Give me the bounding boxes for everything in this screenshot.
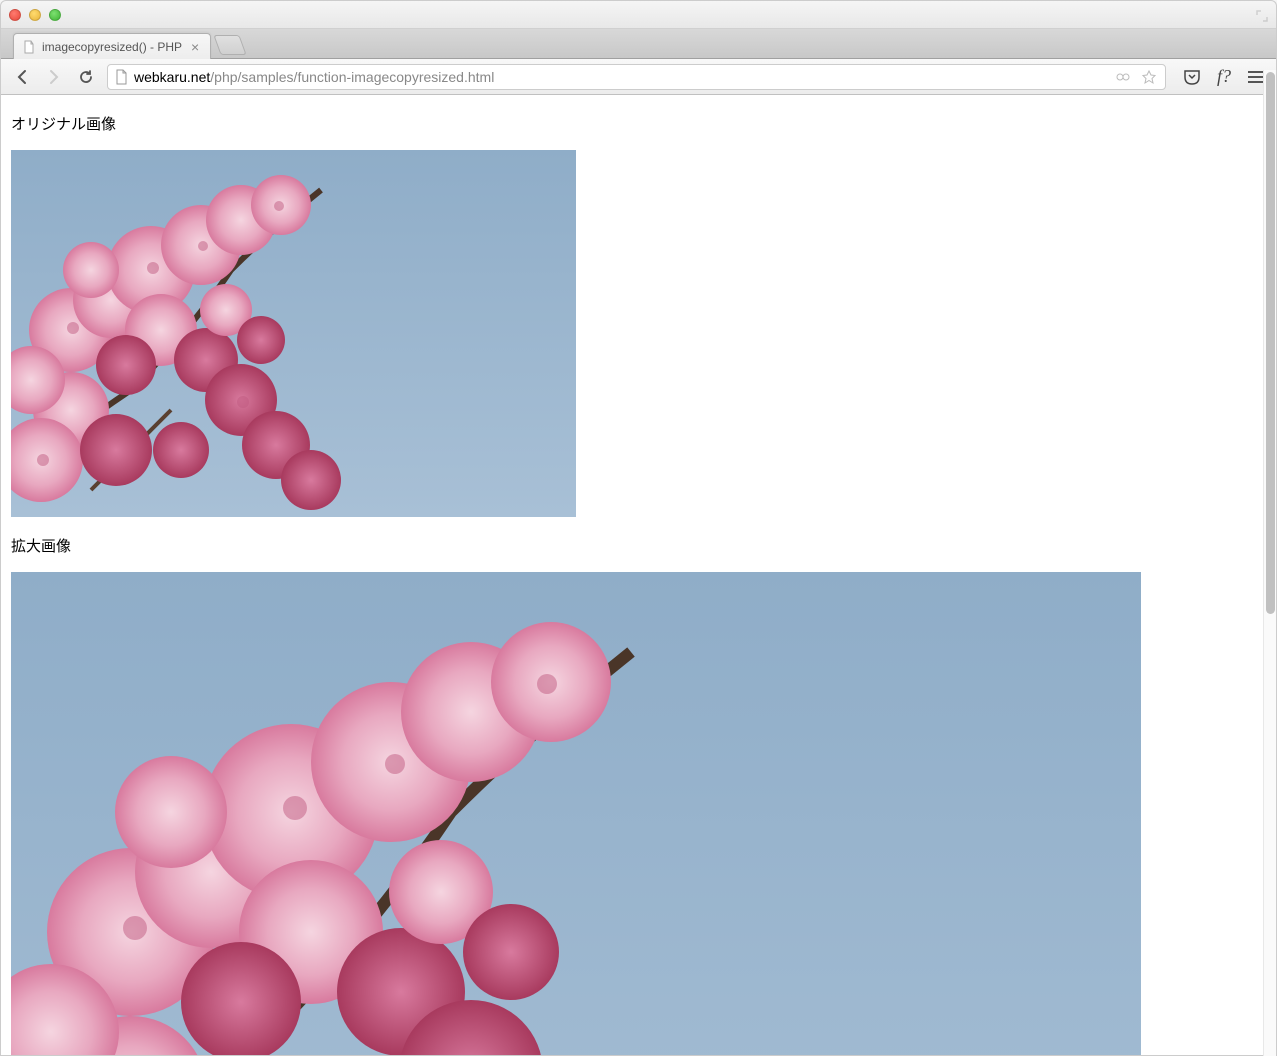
fullscreen-icon[interactable] [1256, 9, 1268, 21]
toolbar: webkaru.net/php/samples/function-imageco… [1, 59, 1276, 95]
new-tab-button[interactable] [213, 35, 246, 55]
tab-bar: imagecopyresized() - PHP × [1, 29, 1276, 59]
traffic-lights [9, 9, 61, 21]
page-content: オリジナル画像 [1, 95, 1276, 1055]
pocket-icon[interactable] [1182, 67, 1202, 87]
titlebar [1, 1, 1276, 29]
tab-close-icon[interactable]: × [188, 40, 202, 54]
url-domain: webkaru.net [134, 69, 210, 85]
maximize-window-button[interactable] [49, 9, 61, 21]
bookmark-star-icon[interactable] [1139, 67, 1159, 87]
page-icon [114, 69, 128, 85]
enlarged-image [11, 572, 1141, 1055]
vertical-scrollbar[interactable] [1263, 70, 1276, 1056]
minimize-window-button[interactable] [29, 9, 41, 21]
reload-button[interactable] [75, 66, 97, 88]
url-text: webkaru.net/php/samples/function-imageco… [134, 69, 1107, 85]
forward-button[interactable] [43, 66, 65, 88]
url-path: /php/samples/function-imagecopyresized.h… [210, 69, 494, 85]
address-bar[interactable]: webkaru.net/php/samples/function-imageco… [107, 64, 1166, 90]
page-favicon-icon [22, 40, 36, 54]
hamburger-icon [1248, 71, 1264, 83]
extension-icon[interactable]: f? [1214, 67, 1234, 87]
permissions-icon[interactable] [1113, 67, 1133, 87]
browser-window: imagecopyresized() - PHP × webkaru.net/p… [0, 0, 1277, 1056]
label-original: オリジナル画像 [11, 113, 1266, 134]
scroll-thumb[interactable] [1266, 72, 1275, 614]
browser-tab[interactable]: imagecopyresized() - PHP × [13, 33, 211, 59]
close-window-button[interactable] [9, 9, 21, 21]
original-image [11, 150, 576, 517]
label-enlarged: 拡大画像 [11, 535, 1266, 556]
tab-title: imagecopyresized() - PHP [42, 40, 182, 54]
toolbar-actions: f? [1182, 67, 1266, 87]
back-button[interactable] [11, 66, 33, 88]
